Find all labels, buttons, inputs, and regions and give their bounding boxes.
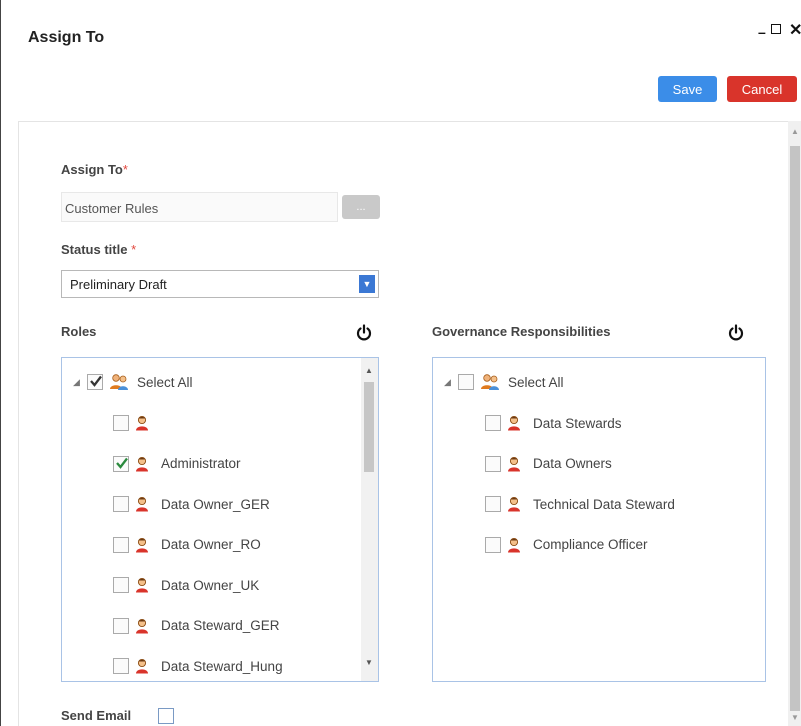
roles-select-all-row[interactable]: ◢ Select All <box>73 372 193 392</box>
item-label: Data Owner_RO <box>161 537 261 552</box>
users-group-icon <box>110 374 128 390</box>
scroll-up-arrow-icon[interactable]: ▲ <box>791 127 799 136</box>
item-checkbox[interactable] <box>485 415 501 431</box>
save-button[interactable]: Save <box>658 76 717 102</box>
scrollbar-thumb[interactable] <box>364 382 374 472</box>
item-label: Data Owner_UK <box>161 577 260 593</box>
roles-tree-panel: ◢ Select All Administrator Data Owner_GER… <box>61 357 379 682</box>
status-title-value: Preliminary Draft <box>70 277 167 292</box>
assign-to-field[interactable]: Customer Rules <box>61 192 338 222</box>
user-icon <box>136 415 148 431</box>
governance-select-all-checkbox[interactable] <box>458 374 474 390</box>
governance-header: Governance Responsibilities <box>432 324 611 339</box>
required-mark: * <box>122 162 128 177</box>
browse-button[interactable]: ... <box>342 195 380 219</box>
item-checkbox[interactable] <box>113 577 129 593</box>
scroll-down-arrow-icon[interactable]: ▼ <box>365 658 373 667</box>
assign-to-dialog: Assign To – ✕ Save Cancel ▲ ▼ Assign To*… <box>0 0 801 726</box>
governance-select-all-label: Select All <box>508 374 564 390</box>
item-checkbox[interactable] <box>485 496 501 512</box>
required-mark: * <box>131 242 137 257</box>
minimize-button[interactable]: – <box>758 24 766 40</box>
governance-select-all-row[interactable]: ◢ Select All <box>444 372 564 392</box>
user-icon <box>136 618 148 633</box>
power-icon[interactable] <box>727 324 745 342</box>
item-label: Administrator <box>161 456 241 471</box>
user-icon <box>136 658 148 674</box>
item-label: Data Stewards <box>533 415 622 431</box>
tree-item[interactable]: Data Steward_Hung <box>113 656 283 676</box>
item-label: Data Steward_Hung <box>161 658 283 674</box>
tree-item[interactable] <box>113 413 161 433</box>
user-icon <box>136 496 148 512</box>
item-checkbox[interactable] <box>113 658 129 674</box>
status-title-select[interactable]: Preliminary Draft ▼ <box>61 270 379 298</box>
user-icon <box>508 537 520 552</box>
item-label: Technical Data Steward <box>533 496 675 512</box>
user-icon <box>508 415 520 431</box>
status-title-label: Status title * <box>61 242 137 257</box>
tree-item[interactable]: Data Stewards <box>485 413 622 433</box>
item-checkbox[interactable] <box>113 455 129 472</box>
tree-item[interactable]: Data Owner_UK <box>113 575 259 595</box>
user-icon <box>136 456 148 471</box>
dialog-scrollbar[interactable]: ▲ ▼ <box>788 121 801 726</box>
user-icon <box>508 456 520 471</box>
roles-header: Roles <box>61 324 97 339</box>
tree-item[interactable]: Data Owner_RO <box>113 535 261 555</box>
dropdown-arrow-icon[interactable]: ▼ <box>359 275 375 293</box>
user-icon <box>136 537 148 552</box>
tree-item[interactable]: Data Steward_GER <box>113 616 280 636</box>
roles-select-all-checkbox[interactable] <box>87 374 103 390</box>
tree-item[interactable]: Technical Data Steward <box>485 494 675 514</box>
tree-item[interactable]: Administrator <box>113 454 241 474</box>
item-checkbox[interactable] <box>485 455 501 472</box>
item-label: Data Steward_GER <box>161 618 280 633</box>
user-icon <box>508 496 520 512</box>
item-checkbox[interactable] <box>485 536 501 553</box>
item-checkbox[interactable] <box>113 496 129 512</box>
item-checkbox[interactable] <box>113 536 129 553</box>
expand-triangle-icon[interactable]: ◢ <box>444 377 458 388</box>
maximize-button[interactable] <box>771 24 781 34</box>
roles-scrollbar[interactable]: ▲ ▼ <box>361 358 378 681</box>
governance-tree-panel: ◢ Select All Data Stewards Data Owners Tec… <box>432 357 766 682</box>
item-checkbox[interactable] <box>113 617 129 634</box>
send-email-checkbox[interactable] <box>158 708 174 724</box>
item-label: Data Owner_GER <box>161 496 270 512</box>
assign-to-label: Assign To* <box>61 162 128 177</box>
tree-item[interactable]: Data Owner_GER <box>113 494 270 514</box>
close-button[interactable]: ✕ <box>789 20 801 40</box>
scrollbar-thumb[interactable] <box>790 146 800 711</box>
roles-select-all-label: Select All <box>137 374 193 390</box>
dialog-title: Assign To <box>28 29 105 46</box>
item-checkbox[interactable] <box>113 415 129 431</box>
power-icon[interactable] <box>355 324 373 342</box>
scroll-up-arrow-icon[interactable]: ▲ <box>365 366 373 375</box>
item-label: Data Owners <box>533 456 612 471</box>
user-icon <box>136 577 148 593</box>
cancel-button[interactable]: Cancel <box>727 76 797 102</box>
scroll-down-arrow-icon[interactable]: ▼ <box>791 713 799 722</box>
tree-item[interactable]: Data Owners <box>485 454 612 474</box>
send-email-label: Send Email <box>61 708 132 723</box>
tree-item[interactable]: Compliance Officer <box>485 535 648 555</box>
expand-triangle-icon[interactable]: ◢ <box>73 377 87 388</box>
users-group-icon <box>481 374 499 390</box>
item-label: Compliance Officer <box>533 537 648 552</box>
